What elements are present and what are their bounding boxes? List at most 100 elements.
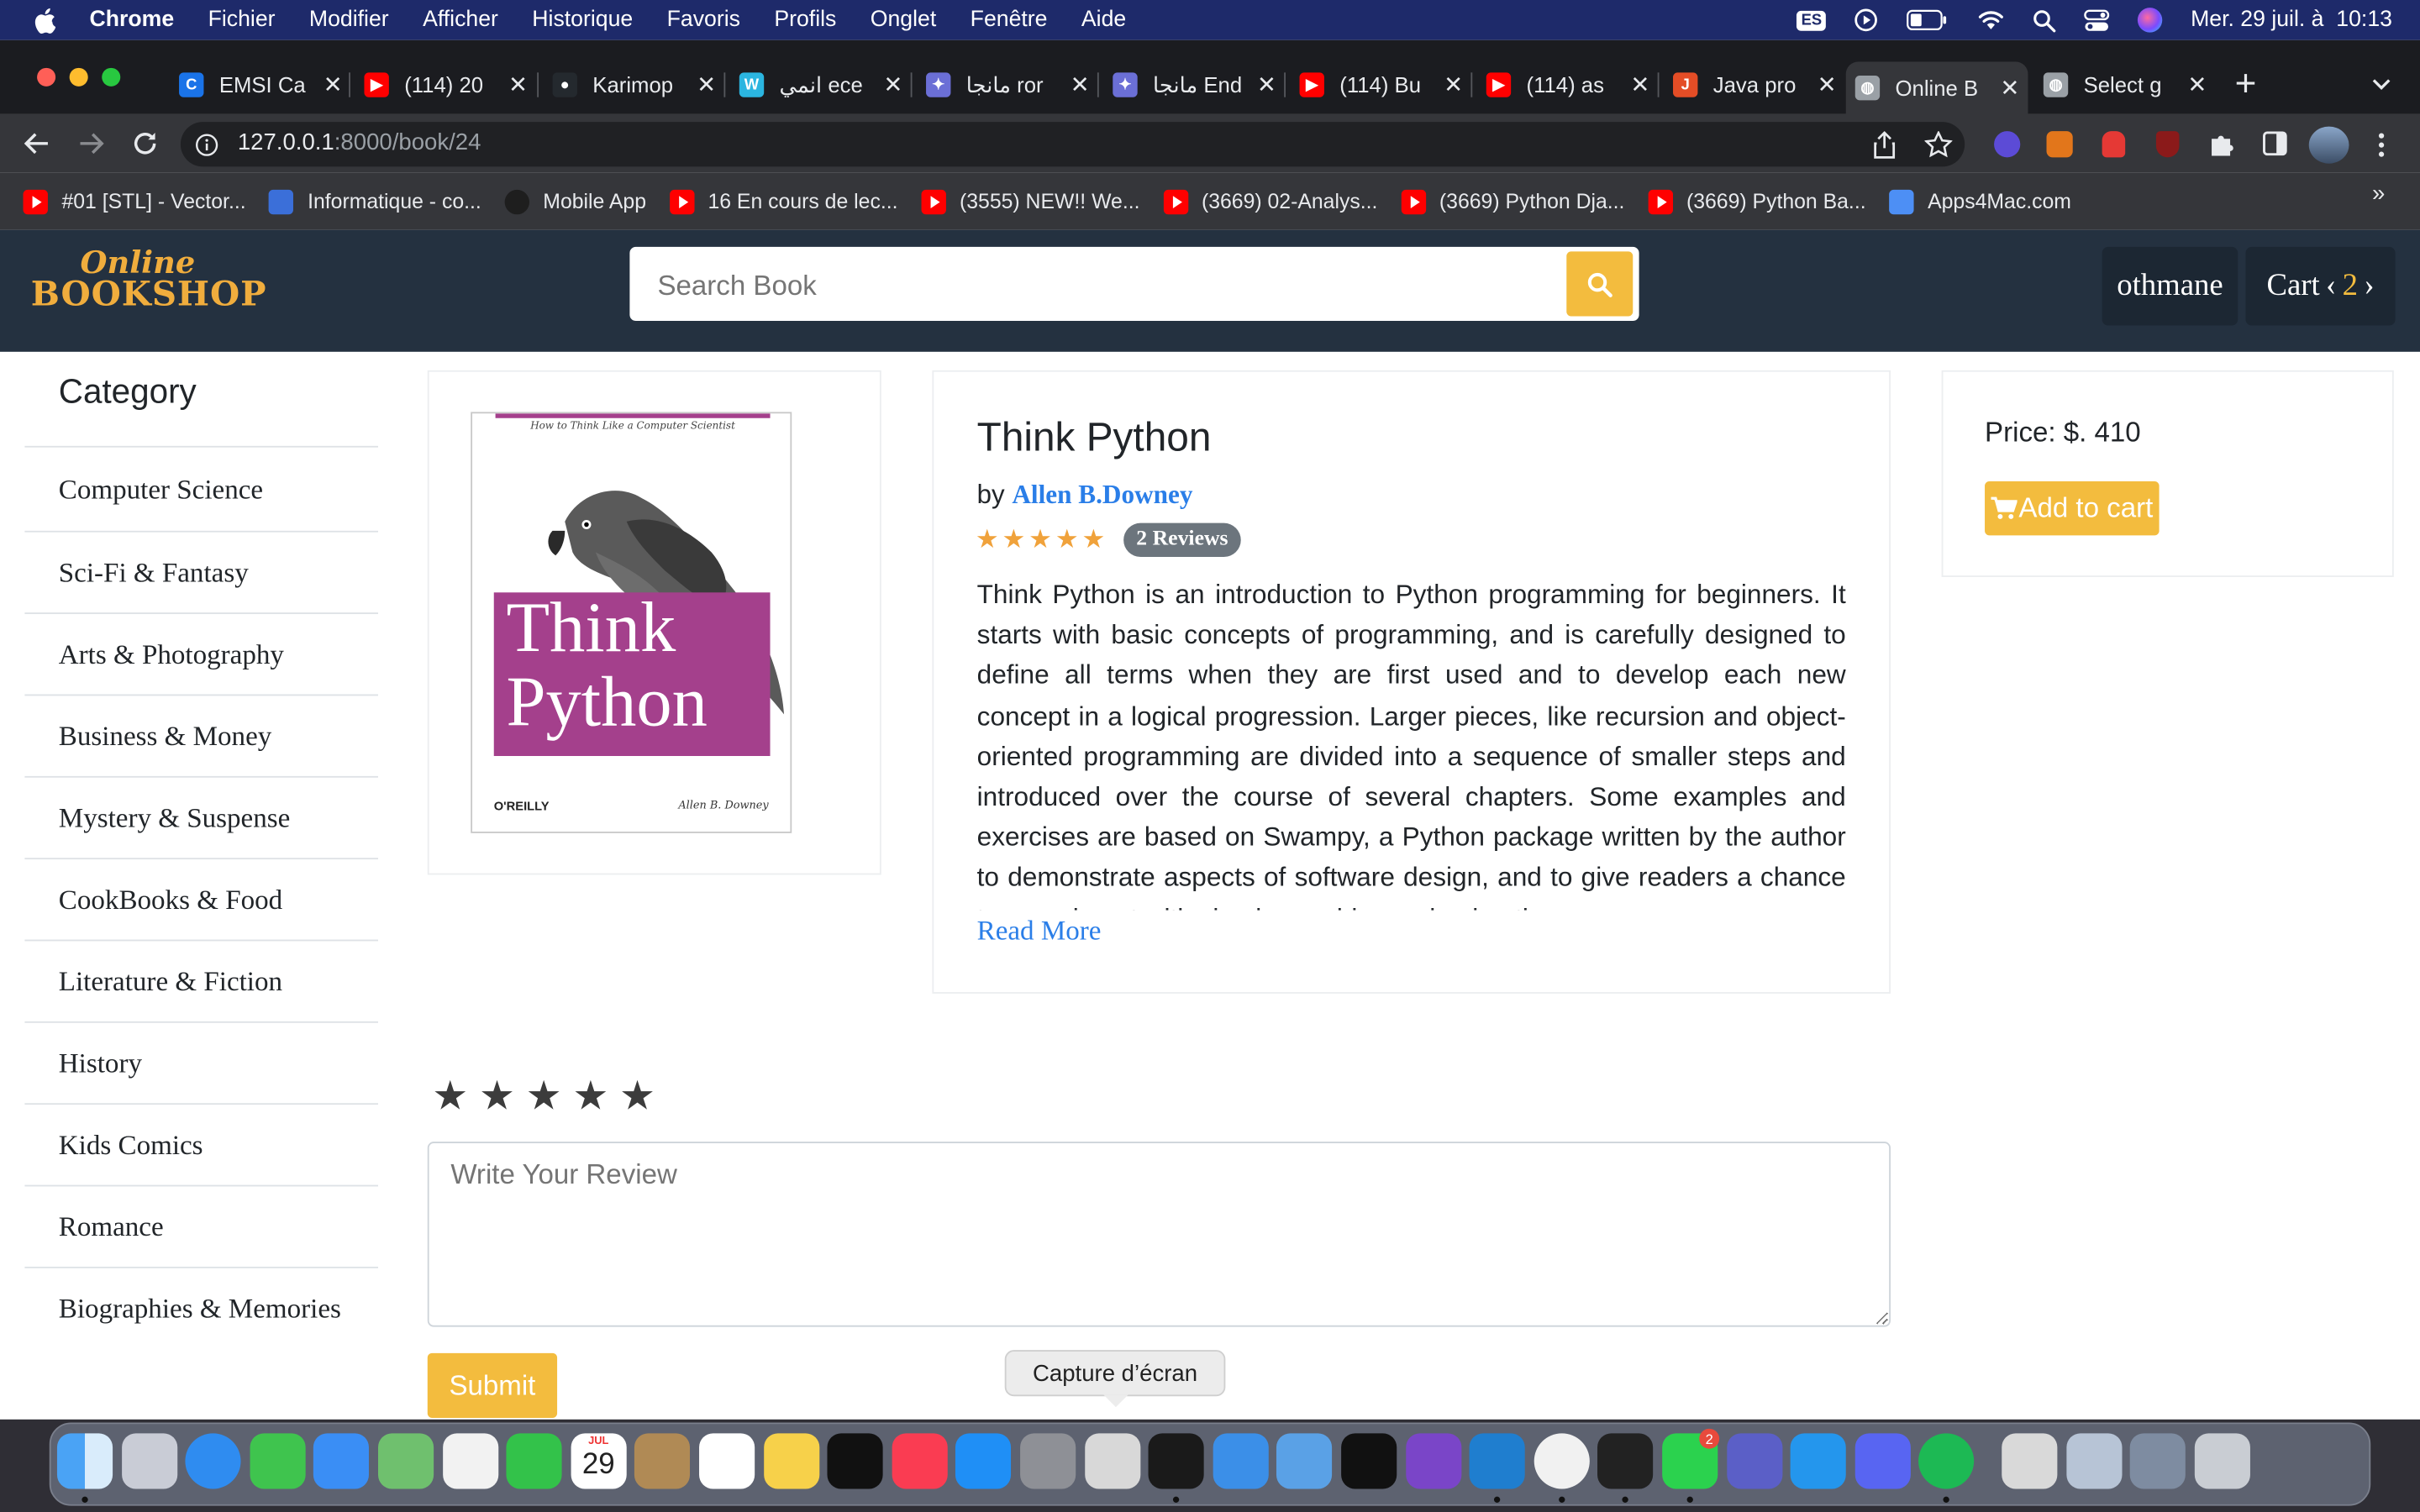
downloads-icon[interactable] [2065,1433,2122,1489]
menu-favoris[interactable]: Favoris [667,8,740,32]
bookmark-star-icon[interactable] [1924,131,1953,158]
menubar-datetime[interactable]: Mer. 29 juil. à 10:13 [2191,8,2392,32]
finder-icon[interactable] [56,1433,113,1489]
rate-star-5-icon[interactable]: ★ [619,1073,655,1121]
user-account-button[interactable]: othmane [2102,246,2238,326]
spotlight-search-icon[interactable] [2033,8,2057,32]
browser-tab[interactable]: W انمي ece ✕ [730,63,902,106]
pycharm-icon[interactable] [1341,1433,1397,1489]
tab-close-icon[interactable]: ✕ [1071,71,1090,98]
browser-tab[interactable]: C EMSI Ca ✕ [170,63,343,106]
menu-app-name[interactable]: Chrome [90,8,175,32]
rate-star-1-icon[interactable]: ★ [432,1073,468,1121]
category-item[interactable]: Kids Comics [24,1103,379,1184]
keyboard-layout-badge[interactable]: ES [1797,9,1827,30]
music-icon[interactable] [892,1433,948,1489]
tab-search-chevron-icon[interactable] [2370,77,2392,92]
control-center-icon[interactable] [2084,8,2110,32]
chrome-icon[interactable] [1534,1433,1590,1489]
reminders-icon[interactable] [699,1433,755,1489]
siri-icon[interactable] [2138,8,2164,33]
browser-tab[interactable]: ◍ Select g ✕ [2034,63,2207,106]
reload-icon[interactable] [131,129,159,157]
logo-bookshop-text[interactable]: BOOKSHOP [31,275,267,315]
visualstudio-icon[interactable] [1405,1433,1461,1489]
add-to-cart-button[interactable]: Add to cart [1985,481,2160,536]
tab-close-icon[interactable]: ✕ [1818,71,1837,98]
vscode-icon[interactable] [1469,1433,1526,1489]
address-bar[interactable]: 127.0.0.1:8000/book/24 [180,122,1965,167]
browser-tab[interactable]: ✦ مانجا ror ✕ [917,63,1090,106]
window-zoom-button[interactable] [102,67,121,87]
tab-close-icon[interactable]: ✕ [324,71,343,98]
side-panel-icon[interactable] [2263,131,2287,156]
category-item[interactable]: Mystery & Suspense [24,775,379,858]
category-item[interactable]: Arts & Photography [24,612,379,694]
browser-tab[interactable]: ▶ (114) as ✕ [1477,63,1649,106]
safari-icon[interactable] [185,1433,241,1489]
browser-tab[interactable]: ▶ (114) Bu ✕ [1291,63,1463,106]
menu-modifier[interactable]: Modifier [309,8,389,32]
browser-tab[interactable]: ● Karimop ✕ [544,63,716,106]
windows-icon[interactable] [2130,1433,2186,1489]
reviews-count-badge[interactable]: 2 Reviews [1123,522,1241,558]
launchpad-icon[interactable] [121,1433,177,1489]
tab-close-icon[interactable]: ✕ [1257,71,1276,98]
preview-icon[interactable] [2002,1433,2058,1489]
menu-historique[interactable]: Historique [532,8,633,32]
contacts-icon[interactable] [634,1433,691,1489]
tab-close-icon[interactable]: ✕ [2187,71,2207,98]
bookmark-item[interactable]: #01 [STL] - Vector... [23,189,246,214]
tab-close-icon[interactable]: ✕ [1444,71,1463,98]
category-item[interactable]: Business & Money [24,694,379,776]
extension-ublock-icon[interactable] [2155,131,2180,158]
share-icon[interactable] [1872,131,1897,159]
bookmark-item[interactable]: (3669) Python Dja... [1401,189,1624,214]
menu-afficher[interactable]: Afficher [423,8,498,32]
wifi-icon[interactable] [1978,9,2006,31]
cart-button[interactable]: Cart ‹ 2 › [2245,246,2396,326]
browser-tab-active[interactable]: ◍ Online B ✕ [1845,61,2028,114]
menu-profils[interactable]: Profils [774,8,836,32]
bookmark-item[interactable]: (3555) NEW!! We... [921,189,1139,214]
menu-aide[interactable]: Aide [1081,8,1126,32]
search-input[interactable] [635,253,1587,318]
category-item[interactable]: Literature & Fiction [24,939,379,1021]
search-button[interactable] [1566,251,1634,317]
docker-icon[interactable] [1790,1433,1847,1489]
play-circle-icon[interactable] [1854,8,1879,32]
extensions-puzzle-icon[interactable] [2208,131,2234,157]
bookmark-item[interactable]: Mobile App [504,189,646,214]
site-info-icon[interactable] [194,133,218,157]
maps-icon[interactable] [378,1433,434,1489]
submit-review-button[interactable]: Submit [427,1352,558,1418]
tab-close-icon[interactable]: ✕ [883,71,902,98]
bookmark-item[interactable]: (3669) 02-Analys... [1163,189,1377,214]
category-item[interactable]: Sci-Fi & Fantasy [24,530,379,612]
url-text[interactable]: 127.0.0.1:8000/book/24 [238,129,481,155]
extension-purple-icon[interactable] [1994,131,2021,158]
photos-icon[interactable] [442,1433,498,1489]
tab-close-icon[interactable]: ✕ [1630,71,1649,98]
review-textarea[interactable] [427,1142,1891,1327]
category-item[interactable]: History [24,1021,379,1103]
notes-icon[interactable] [763,1433,819,1489]
tab-close-icon[interactable]: ✕ [697,71,716,98]
apple-icon[interactable] [34,7,56,34]
teams-icon[interactable] [1726,1433,1782,1489]
extension-red-hand-icon[interactable] [2102,131,2126,158]
menu-onglet[interactable]: Onglet [871,8,936,32]
tv-icon[interactable] [827,1433,883,1489]
read-more-link[interactable]: Read More [977,915,1102,948]
bookmark-item[interactable]: Apps4Mac.com [1889,189,2071,214]
rate-star-3-icon[interactable]: ★ [526,1073,562,1121]
forward-arrow-icon[interactable] [77,131,105,155]
battery-icon[interactable] [1907,9,1949,31]
category-item[interactable]: Biographies & Memories [24,1266,379,1348]
bookmarks-overflow-icon[interactable]: » [2372,181,2385,207]
trash-icon[interactable] [2194,1433,2250,1489]
back-arrow-icon[interactable] [24,131,51,155]
discord-icon[interactable] [1854,1433,1911,1489]
bookmark-item[interactable]: Informatique - co... [269,189,481,214]
category-item[interactable]: Romance [24,1184,379,1267]
